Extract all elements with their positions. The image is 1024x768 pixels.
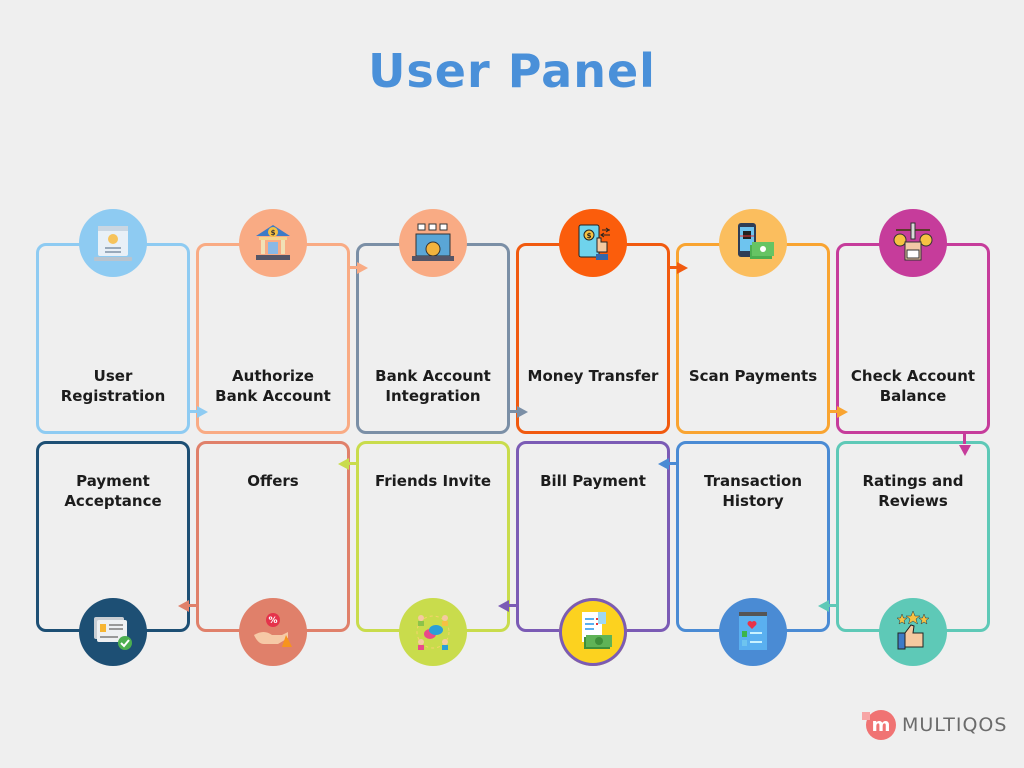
step-label: Scan Payments	[688, 367, 818, 385]
step-label: Offers	[247, 472, 299, 490]
payment-accepted-icon	[79, 598, 147, 666]
page-title: User Panel	[368, 44, 656, 98]
svg-text:$: $	[587, 232, 592, 240]
step-label: Bill Payment	[540, 472, 646, 490]
transaction-history-icon	[719, 598, 787, 666]
svg-text:%: %	[268, 616, 277, 626]
balance-scale-icon	[879, 209, 947, 277]
bank-icon: $	[239, 209, 307, 277]
step-label: Money Transfer	[527, 367, 659, 385]
step-label: Ratings and Reviews	[862, 472, 964, 510]
step-label: Bank Account Integration	[375, 367, 491, 405]
step-label: Transaction History	[703, 472, 803, 510]
discount-offer-icon: %	[239, 598, 307, 666]
bill-receipt-icon	[559, 598, 627, 666]
thumbs-up-stars-icon	[879, 598, 947, 666]
svg-text:$: $	[271, 229, 276, 237]
multiqos-logo: m MULTIQOS	[862, 710, 1008, 740]
step-label: Check Account Balance	[850, 367, 976, 405]
user-registration-icon	[79, 209, 147, 277]
multiqos-logo-icon: m	[862, 710, 896, 740]
step-label: Authorize Bank Account	[215, 367, 331, 405]
step-label: User Registration	[60, 367, 166, 405]
step-label: Friends Invite	[374, 472, 492, 490]
friends-chat-icon	[399, 598, 467, 666]
step-label: Payment Acceptance	[64, 472, 162, 510]
qr-scan-payment-icon	[719, 209, 787, 277]
money-transfer-icon: $	[559, 209, 627, 277]
multiqos-logo-text: MULTIQOS	[902, 714, 1008, 736]
laptop-integration-icon	[399, 209, 467, 277]
